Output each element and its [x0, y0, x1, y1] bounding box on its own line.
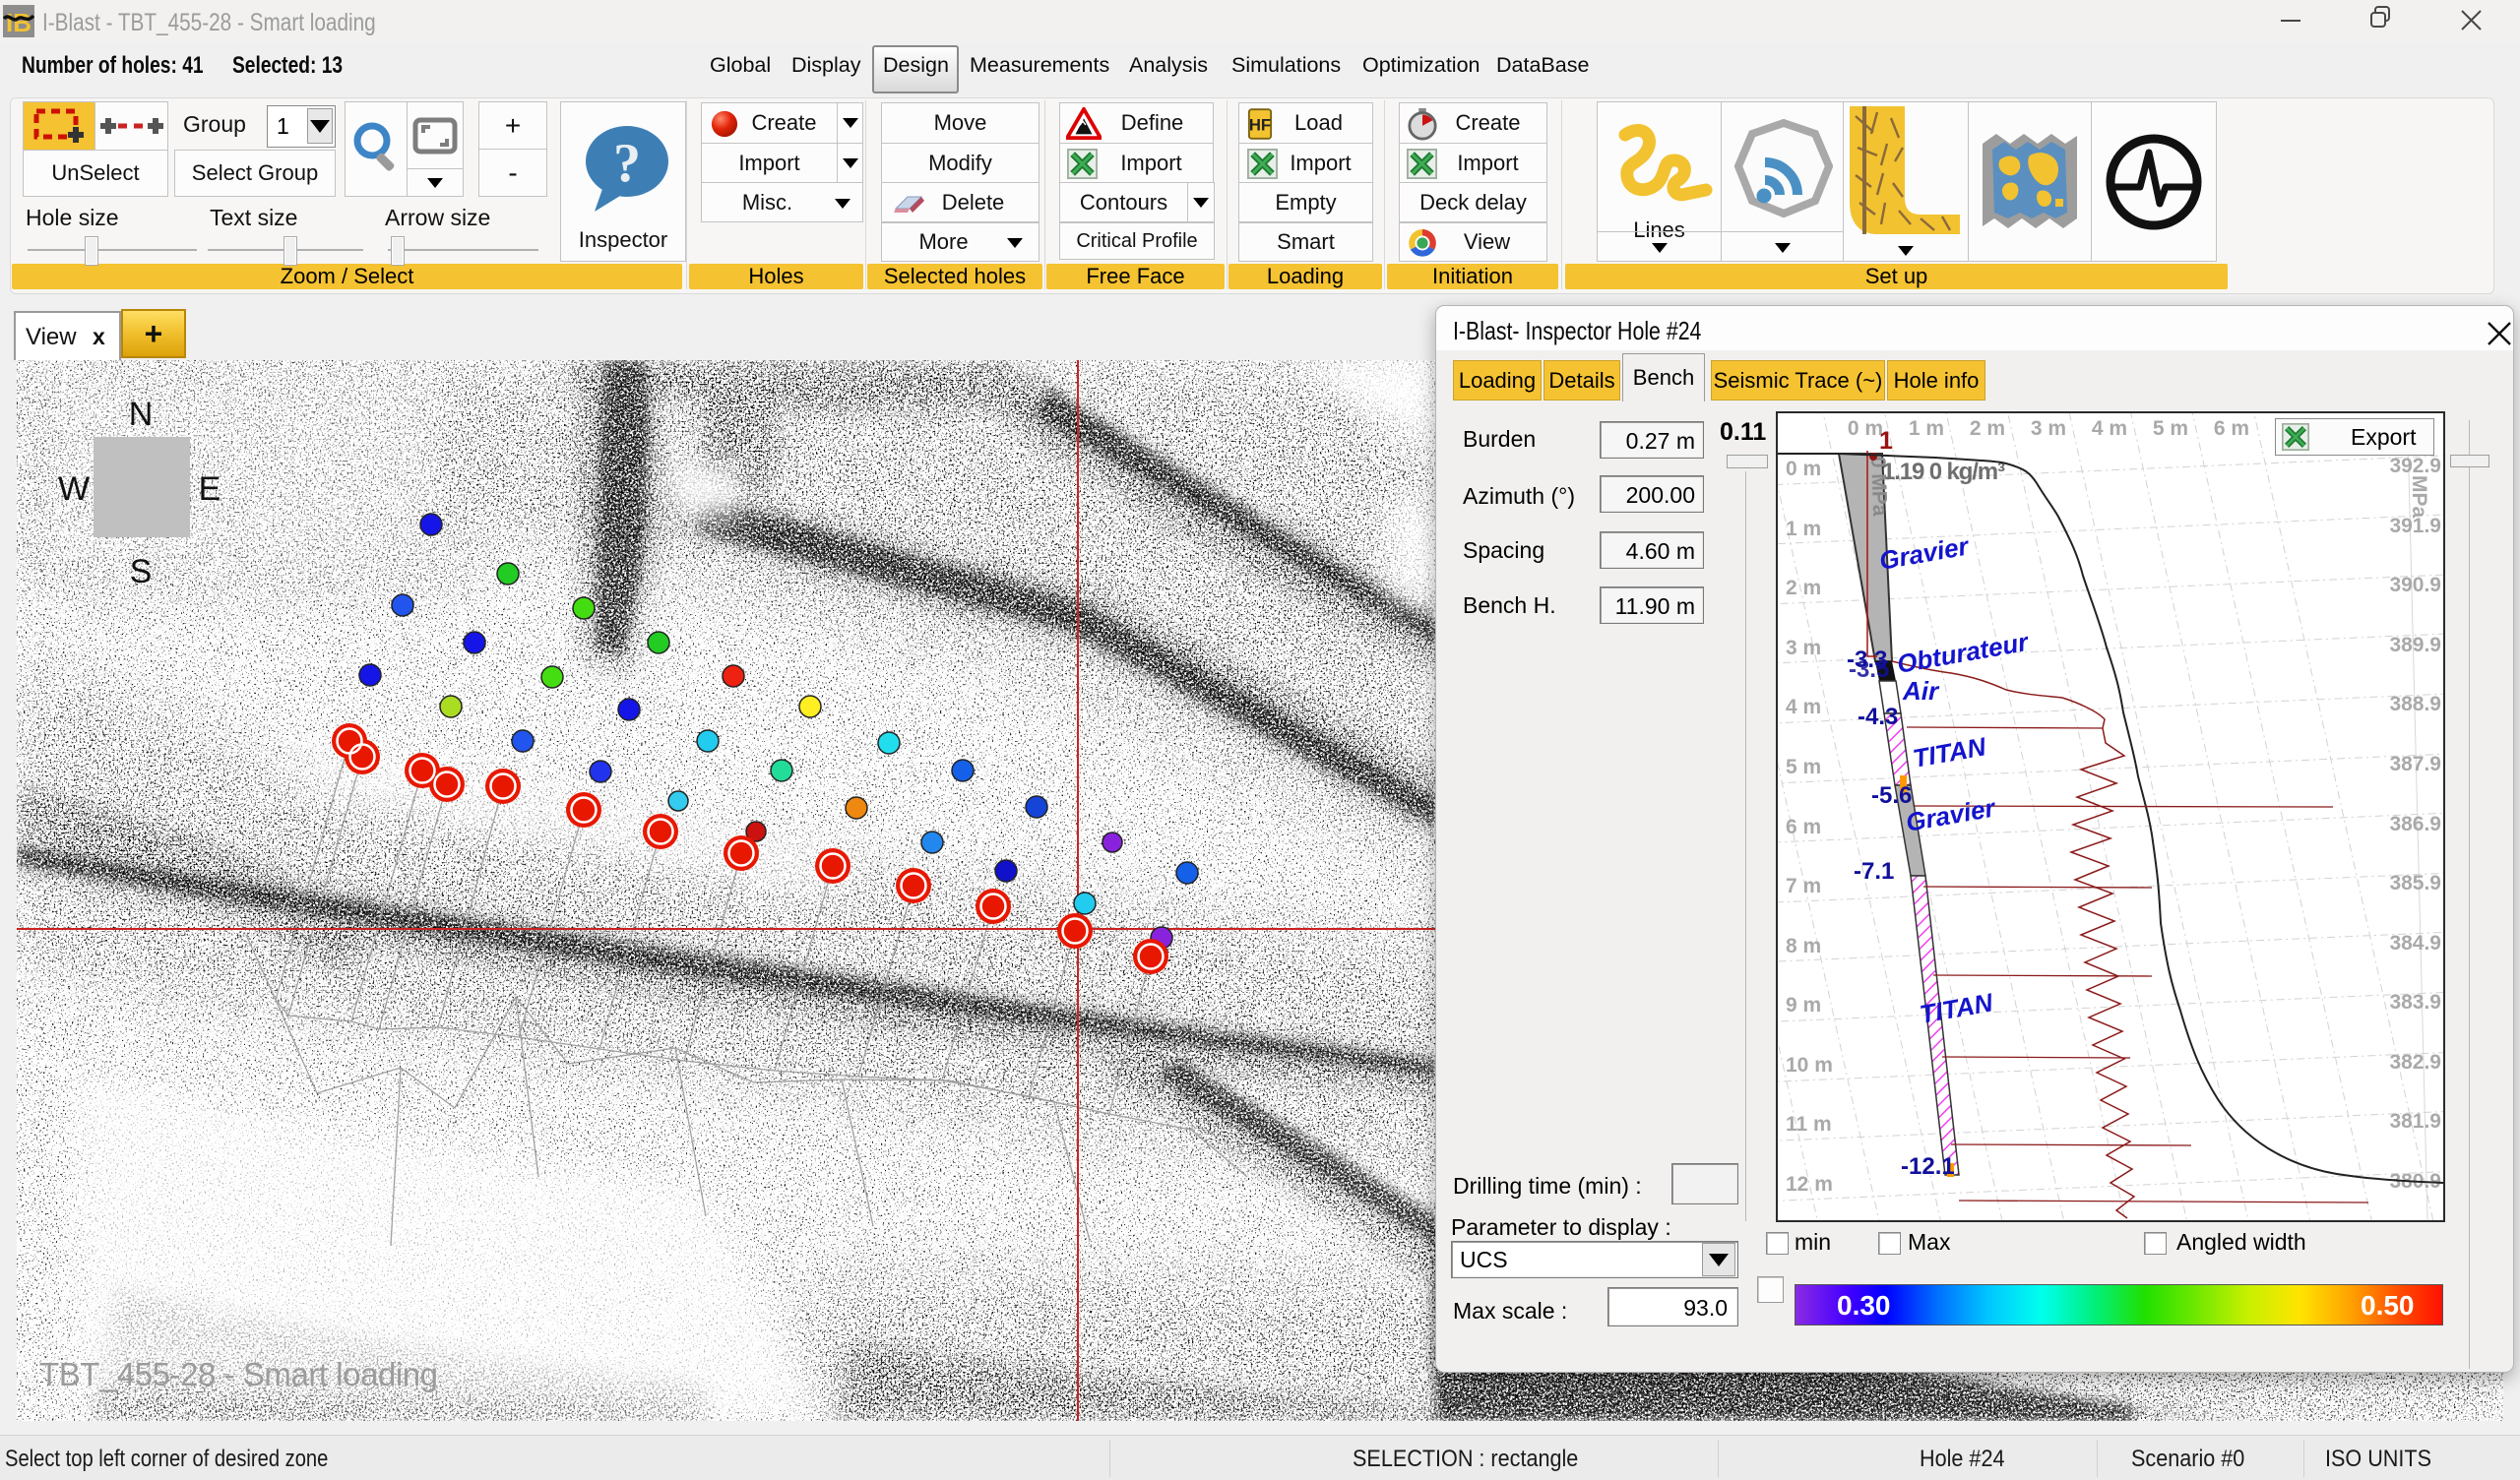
- svg-text:6 m: 6 m: [2214, 417, 2249, 440]
- svg-text:5 m: 5 m: [2153, 417, 2188, 440]
- svg-text:1 m: 1 m: [1786, 518, 1821, 540]
- svg-text:MPa: MPa: [2408, 475, 2430, 519]
- svg-text:0 MPa: 0 MPa: [1866, 456, 1891, 517]
- svg-text:2 m: 2 m: [1970, 417, 2005, 440]
- svg-text:-5.6: -5.6: [1871, 782, 1912, 809]
- svg-text:386.9: 386.9: [2389, 813, 2441, 835]
- svg-text:1 m: 1 m: [1909, 417, 1944, 440]
- svg-text:387.9: 387.9: [2389, 753, 2441, 775]
- svg-text:0 m: 0 m: [1848, 417, 1883, 440]
- svg-text:Gravier: Gravier: [1904, 792, 1999, 837]
- svg-text:5 m: 5 m: [1786, 756, 1821, 778]
- svg-text:381.9: 381.9: [2389, 1110, 2441, 1133]
- svg-text:3 m: 3 m: [1786, 637, 1821, 659]
- svg-text:10 m: 10 m: [1786, 1054, 1833, 1077]
- svg-text:E: E: [199, 470, 221, 508]
- svg-text:?: ?: [613, 133, 641, 194]
- svg-text:389.9: 389.9: [2389, 634, 2441, 656]
- svg-text:Obturateur: Obturateur: [1895, 627, 2032, 679]
- svg-text:-12.1: -12.1: [1901, 1153, 1955, 1180]
- svg-text:Air: Air: [1902, 676, 1940, 706]
- svg-text:382.9: 382.9: [2389, 1051, 2441, 1074]
- svg-text:TBT_455-28 - Smart loading: TBT_455-28 - Smart loading: [39, 1356, 438, 1392]
- svg-text:-3.5: -3.5: [1849, 656, 1889, 683]
- svg-text:9 m: 9 m: [1786, 994, 1821, 1017]
- svg-text:391.9: 391.9: [2389, 515, 2441, 537]
- svg-text:4 m: 4 m: [2092, 417, 2127, 440]
- svg-text:390.9: 390.9: [2389, 574, 2441, 596]
- svg-text:385.9: 385.9: [2389, 872, 2441, 894]
- svg-text:12 m: 12 m: [1786, 1173, 1833, 1196]
- svg-text:384.9: 384.9: [2389, 932, 2441, 955]
- svg-text:HF: HF: [1249, 116, 1271, 135]
- svg-text:-4.3: -4.3: [1858, 704, 1898, 730]
- svg-text:N: N: [129, 396, 154, 433]
- svg-text:7 m: 7 m: [1786, 875, 1821, 897]
- svg-text:3 m: 3 m: [2031, 417, 2066, 440]
- svg-text:TITAN: TITAN: [1911, 731, 1989, 773]
- svg-text:11 m: 11 m: [1786, 1113, 1832, 1136]
- svg-text:8 m: 8 m: [1786, 935, 1821, 957]
- svg-text:W: W: [58, 470, 90, 508]
- svg-text:2 m: 2 m: [1786, 577, 1821, 599]
- svg-text:-7.1: -7.1: [1854, 858, 1894, 885]
- svg-text:383.9: 383.9: [2389, 991, 2441, 1014]
- svg-text:1: 1: [1879, 427, 1893, 455]
- svg-text:S: S: [130, 553, 153, 590]
- svg-text:1.19 0 kg/m³: 1.19 0 kg/m³: [1882, 459, 2005, 485]
- svg-text:388.9: 388.9: [2389, 693, 2441, 715]
- svg-text:IB: IB: [6, 8, 32, 37]
- svg-text:4 m: 4 m: [1786, 696, 1821, 718]
- svg-text:392.9: 392.9: [2389, 455, 2441, 477]
- svg-text:6 m: 6 m: [1786, 816, 1821, 838]
- svg-text:0 m: 0 m: [1786, 458, 1821, 480]
- svg-text:Gravier: Gravier: [1877, 530, 1973, 576]
